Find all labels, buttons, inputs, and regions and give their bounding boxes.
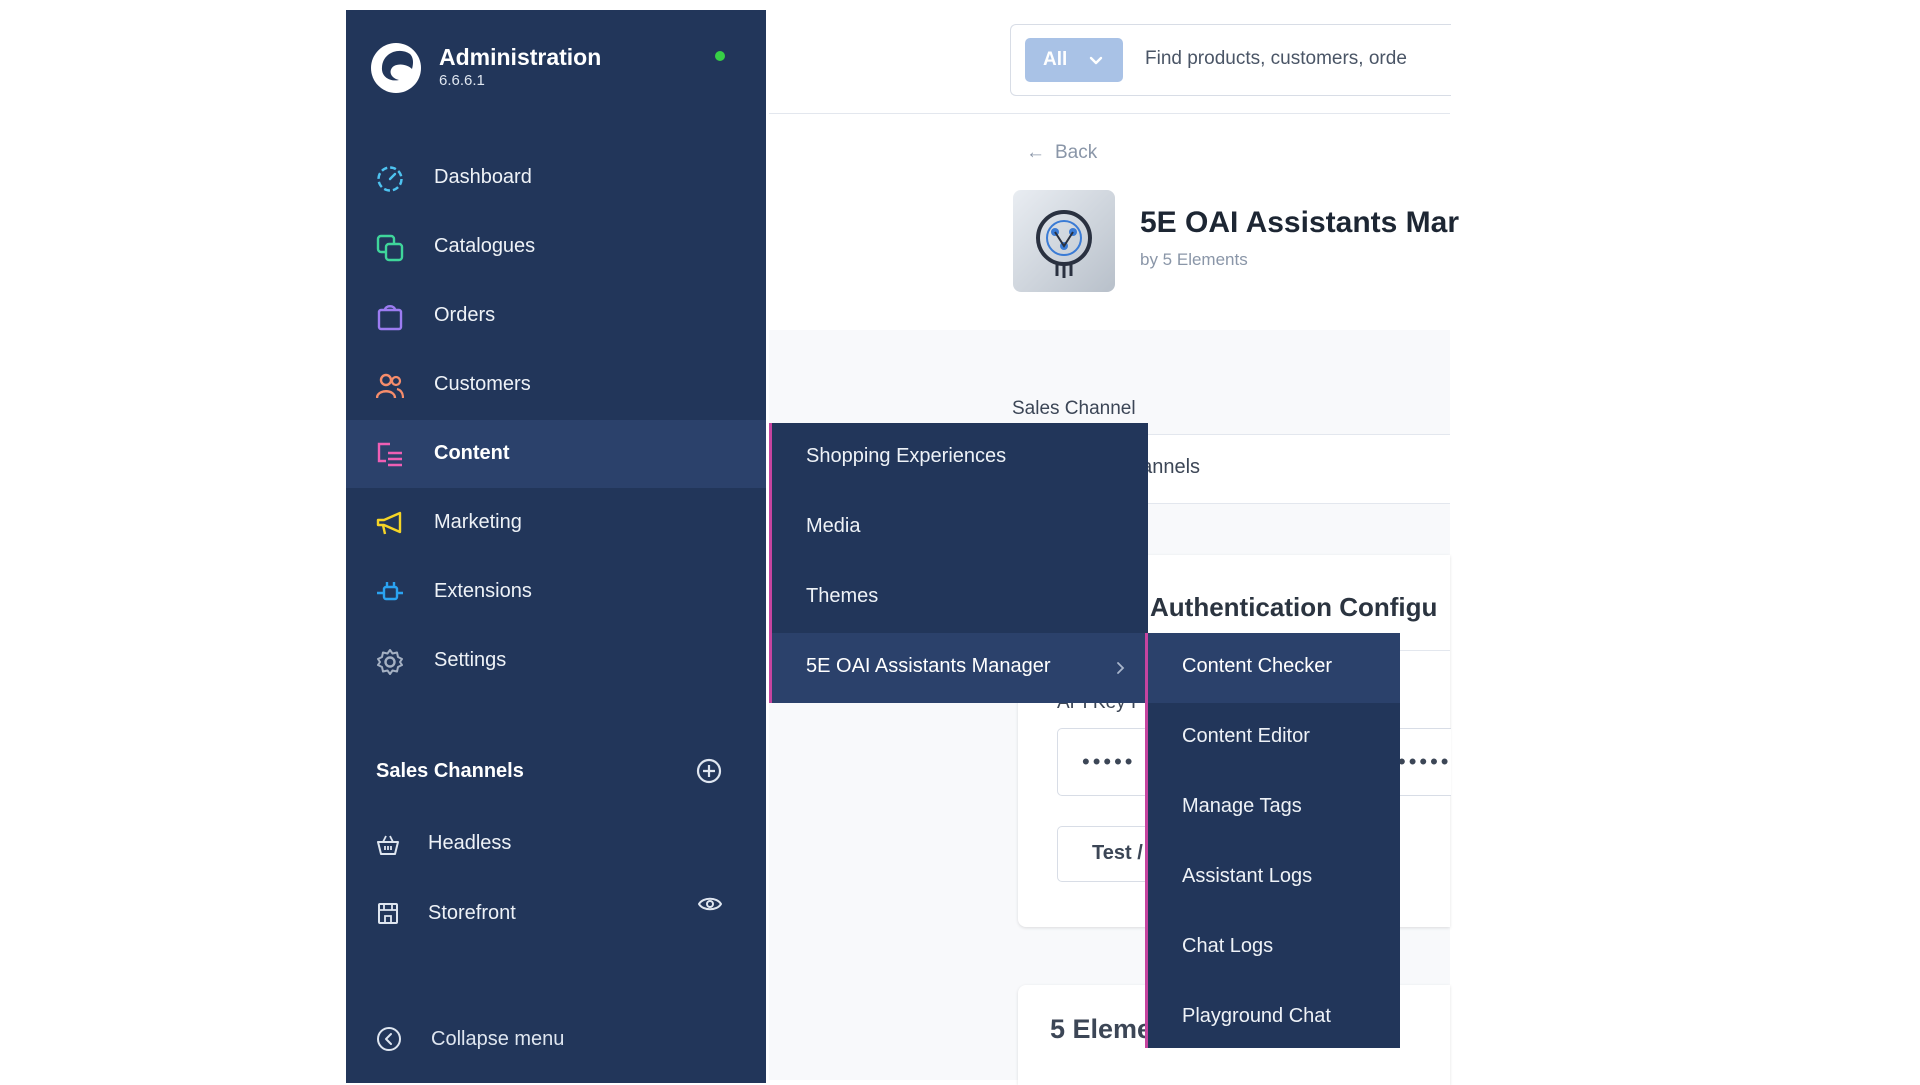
eye-icon[interactable] [698, 894, 722, 914]
global-search: All Find products, customers, orde [1010, 24, 1451, 96]
menu-item-content-editor[interactable]: Content Editor [1148, 703, 1400, 773]
nav-label: Extensions [434, 580, 532, 602]
assistants-flyout-menu: Content Checker Content Editor Manage Ta… [1145, 633, 1400, 1048]
nav-label: Orders [434, 304, 496, 326]
sales-channel-label: Storefront [428, 902, 516, 924]
app-title: Administration [439, 44, 602, 70]
menu-item-label: 5E OAI Assistants Manager [806, 655, 1051, 677]
extensions-icon [377, 582, 403, 601]
nav-item-marketing[interactable]: Marketing [346, 489, 766, 557]
shopware-logo-icon [371, 43, 421, 93]
sales-channel-label: Headless [428, 832, 512, 854]
menu-item-label: Media [806, 515, 861, 537]
header-divider [769, 113, 1450, 114]
nav-item-dashboard[interactable]: Dashboard [346, 144, 766, 212]
content-icon [377, 442, 402, 467]
back-link[interactable]: ← Back [1026, 142, 1097, 164]
chevron-right-icon [1117, 662, 1125, 674]
menu-item-label: Chat Logs [1182, 935, 1274, 957]
menu-item-5e-oai-assistants-manager[interactable]: 5E OAI Assistants Manager [772, 633, 1148, 703]
nav-item-customers[interactable]: Customers [346, 351, 766, 419]
orders-icon [377, 305, 403, 331]
sales-channels-title: Sales Channels [376, 760, 524, 782]
content-flyout-menu: Shopping Experiences Media Themes 5E OAI… [769, 423, 1148, 703]
menu-item-label: Assistant Logs [1182, 865, 1313, 887]
nav-label: Catalogues [434, 235, 536, 257]
auth-config-title: Authentication Configu [1150, 592, 1438, 622]
nav-item-orders[interactable]: Orders [346, 282, 766, 350]
test-api-label: Test / [1092, 842, 1143, 864]
dashboard-icon [377, 166, 403, 192]
menu-item-label: Content Editor [1182, 725, 1310, 747]
menu-item-assistant-logs[interactable]: Assistant Logs [1148, 843, 1400, 913]
nav-item-settings[interactable]: Settings [346, 627, 766, 695]
nav-label: Marketing [434, 511, 522, 533]
menu-item-label: Themes [806, 585, 879, 607]
ai-brain-icon [1036, 210, 1092, 278]
nav-label: Settings [434, 649, 507, 671]
arrow-left-icon: ← [1026, 142, 1045, 163]
menu-item-label: Manage Tags [1182, 795, 1302, 817]
collapse-icon[interactable] [376, 1026, 402, 1052]
menu-item-playground-chat[interactable]: Playground Chat [1148, 983, 1400, 1053]
nav-item-content[interactable]: Content [346, 420, 766, 488]
api-key-mask-end: ••••• [1398, 749, 1452, 774]
menu-item-chat-logs[interactable]: Chat Logs [1148, 913, 1400, 983]
nav-label: Customers [434, 373, 531, 395]
settings-icon [377, 649, 403, 675]
sales-channel-label: Sales Channel [1012, 398, 1136, 419]
menu-item-shopping-experiences[interactable]: Shopping Experiences [772, 423, 1148, 493]
plugin-title: 5E OAI Assistants Mar [1140, 206, 1459, 239]
menu-item-themes[interactable]: Themes [772, 563, 1148, 633]
basket-icon [377, 835, 399, 855]
elements-card-title: 5 Eleme [1050, 1014, 1153, 1044]
marketing-icon [376, 511, 402, 535]
storefront-icon [378, 903, 398, 924]
nav-item-catalogues[interactable]: Catalogues [346, 213, 766, 281]
menu-item-media[interactable]: Media [772, 493, 1148, 563]
app-version: 6.6.6.1 [439, 72, 485, 89]
search-scope-dropdown[interactable]: All [1025, 38, 1123, 82]
chevron-down-icon [1089, 56, 1103, 65]
nav-label: Dashboard [434, 166, 532, 188]
sidebar: Administration 6.6.6.1 Dashboard Catalog… [346, 10, 766, 1083]
plugin-image [1013, 190, 1115, 292]
menu-item-label: Shopping Experiences [806, 445, 1007, 467]
menu-item-label: Playground Chat [1182, 1005, 1331, 1027]
search-scope-label: All [1043, 49, 1068, 70]
add-sales-channel-icon[interactable] [696, 758, 722, 784]
plugin-author: by 5 Elements [1140, 250, 1248, 269]
search-input[interactable]: Find products, customers, orde [1145, 48, 1407, 70]
customers-icon [376, 373, 404, 399]
sales-channel-headless[interactable]: Headless [346, 815, 766, 875]
menu-item-content-checker[interactable]: Content Checker [1148, 633, 1400, 703]
nav-item-extensions[interactable]: Extensions [346, 558, 766, 626]
catalogues-icon [376, 234, 404, 262]
nav-label: Content [434, 442, 510, 464]
status-indicator [715, 51, 725, 61]
menu-item-manage-tags[interactable]: Manage Tags [1148, 773, 1400, 843]
collapse-menu-button[interactable]: Collapse menu [431, 1028, 564, 1051]
menu-item-label: Content Checker [1182, 655, 1333, 677]
back-label: Back [1055, 142, 1098, 163]
api-key-mask-start: ••••• [1082, 749, 1136, 774]
